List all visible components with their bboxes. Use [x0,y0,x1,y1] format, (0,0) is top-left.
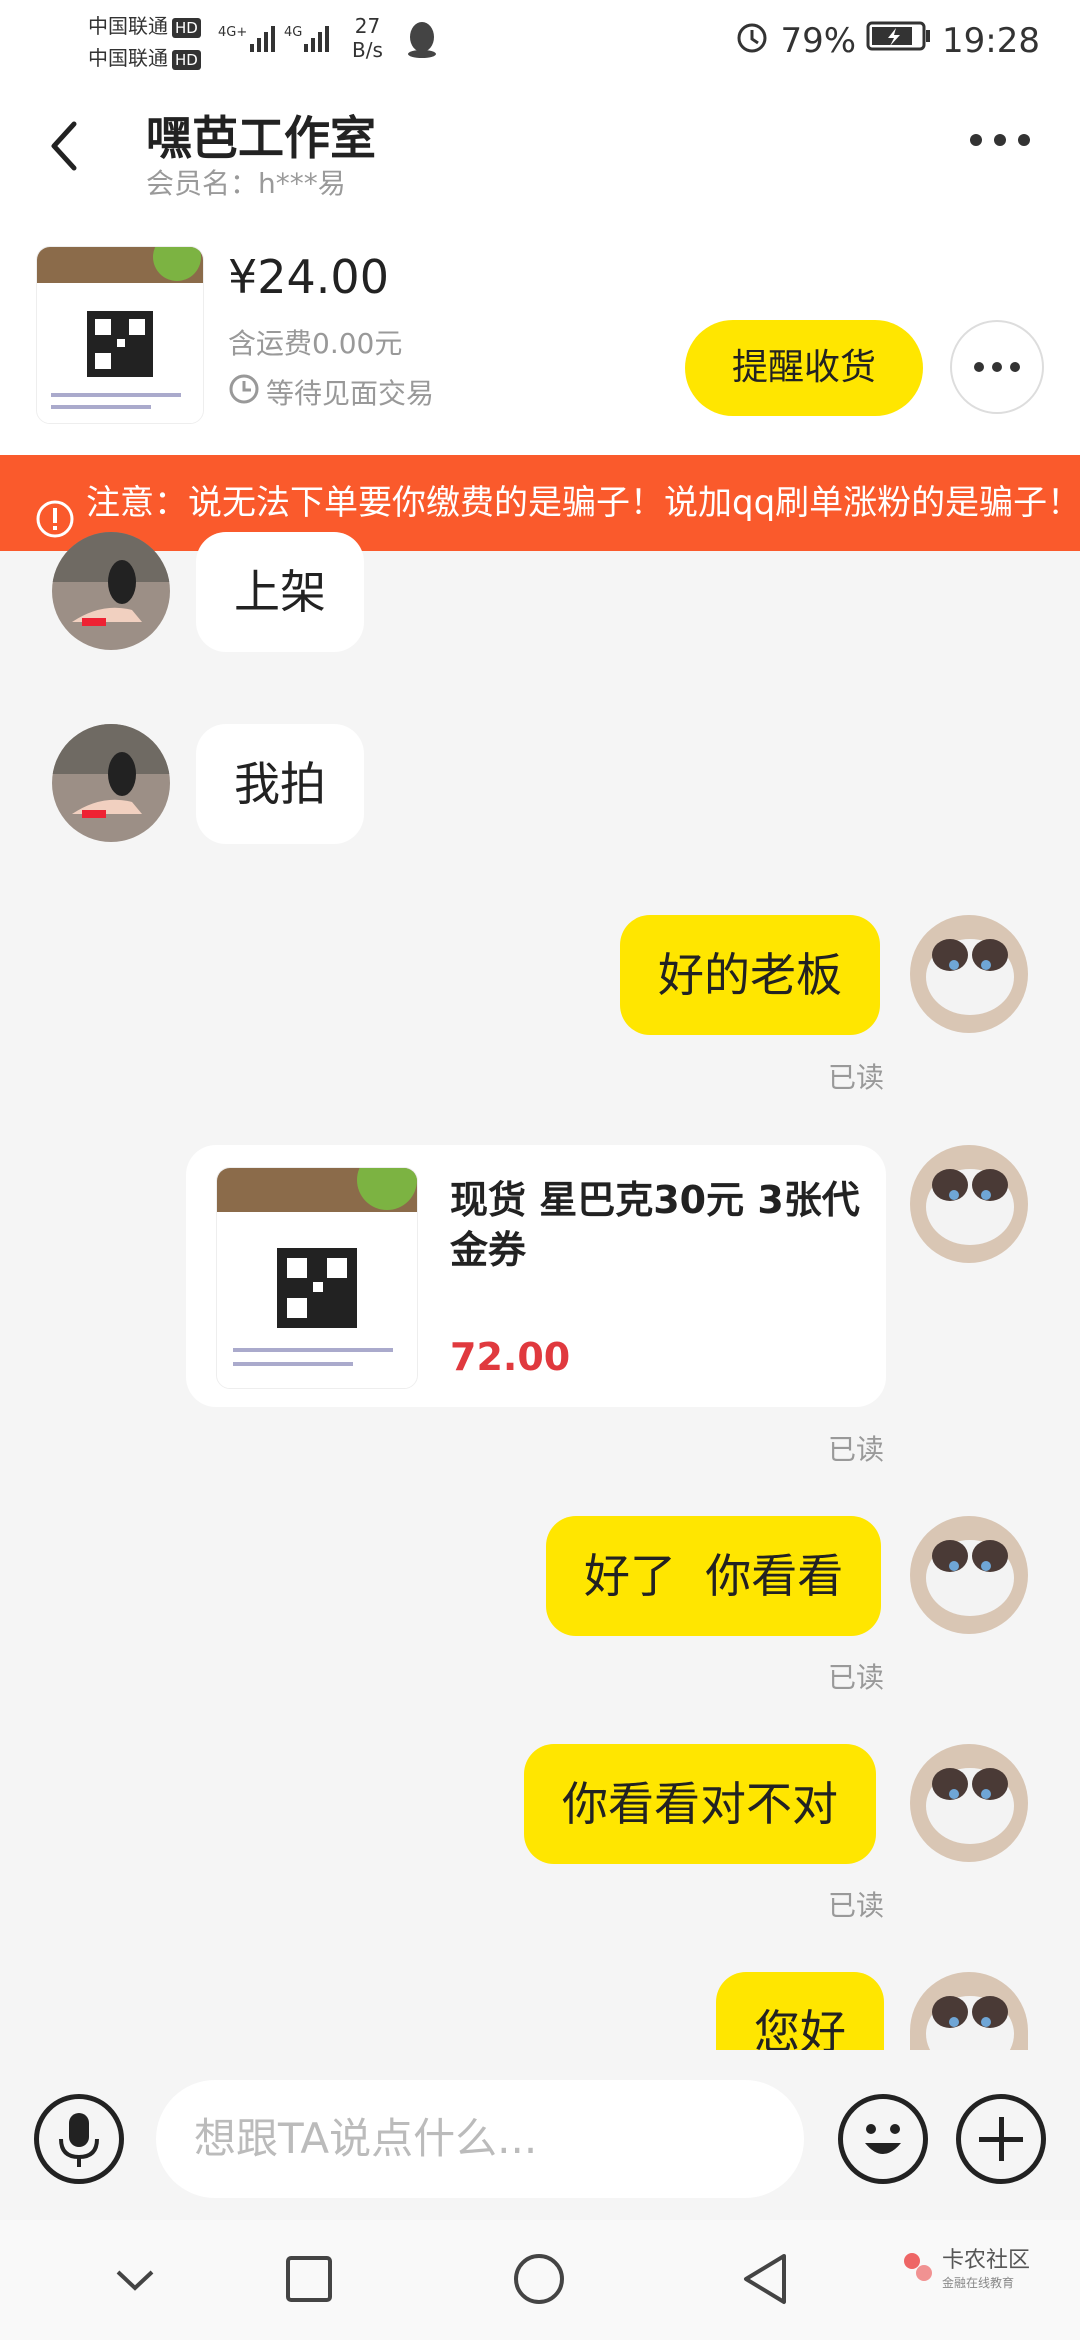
product-title: 现货 星巴克30元 3张代金券 [450,1178,860,1272]
carrier-2: 中国联通 HD [88,42,201,71]
collapse-nav-icon[interactable] [110,2260,160,2304]
avatar[interactable] [52,532,170,650]
clock: 19:28 [942,20,1040,61]
svg-text:4G: 4G [284,25,302,40]
avatar[interactable] [910,915,1028,1033]
order-more-button[interactable] [950,320,1044,414]
message-input[interactable]: 想跟TA说点什么... [156,2080,804,2198]
product-card-image [216,1167,418,1389]
status-right: 79% 19:28 [734,18,1040,63]
page-title: 嘿芭工作室 [146,111,376,165]
microphone-icon[interactable] [34,2094,124,2184]
message-bubble: 上架 [196,532,364,652]
message-bubble: 你看看对不对 [524,1744,876,1864]
avatar[interactable] [910,1972,1028,2050]
avatar[interactable] [910,1744,1028,1862]
warning-icon [34,481,76,551]
status-bar: 中国联通 HD 中国联通 HD 4G+ 4G 27 B/s 79% 19:28 [0,0,1080,80]
message-bubble: 我拍 [196,724,364,844]
alarm-icon [734,18,770,63]
member-name: 会员名：h***易 [146,167,346,200]
order-card[interactable]: ¥24.00 含运费0.00元 等待见面交易 提醒收货 [0,210,1080,455]
clock-icon [228,373,260,412]
read-status: 已读 [828,1433,885,1466]
avatar[interactable] [910,1516,1028,1634]
scam-warning-banner: 注意：说无法下单要你缴费的是骗子！说加qq刷单涨粉的是骗子！ [0,455,1080,551]
shipping-fee: 含运费0.00元 [228,327,403,360]
back-icon[interactable] [44,116,84,180]
more-icon[interactable] [968,130,1032,154]
home-icon[interactable] [512,2252,566,2310]
watermark-text: 卡农社区 [942,2248,1031,2273]
avatar[interactable] [52,724,170,842]
plus-icon[interactable] [956,2094,1046,2184]
watermark-logo-icon [904,2252,932,2281]
svg-text:4G+: 4G+ [218,25,247,40]
read-status: 已读 [828,1889,885,1922]
read-status: 已读 [828,1661,885,1694]
read-status: 已读 [828,1061,885,1094]
product-price: 72.00 [450,1335,571,1379]
product-card-message[interactable]: 现货 星巴克30元 3张代金券 72.00 [186,1145,886,1407]
remind-receipt-button[interactable]: 提醒收货 [685,320,923,416]
network-speed: 27 B/s [352,14,383,62]
order-status: 等待见面交易 [228,372,434,412]
avatar[interactable] [910,1145,1028,1263]
emoji-icon[interactable] [838,2094,928,2184]
order-price: ¥24.00 [228,250,389,304]
watermark: 卡农社区 金融在线教育 [900,2242,1030,2291]
battery-level: 79% [780,20,857,61]
message-bubble: 您好 [716,1972,884,2050]
message-bubble: 好的老板 [620,915,880,1035]
chat-header: 嘿芭工作室 会员名：h***易 [0,80,1080,210]
system-nav-bar: 卡农社区 金融在线教育 [0,2220,1080,2340]
product-thumbnail[interactable] [36,246,204,424]
message-bubble: 好了 你看看 [546,1516,882,1636]
watermark-subtext: 金融在线教育 [942,2276,1015,2290]
qq-icon [405,20,439,64]
recent-apps-icon[interactable] [284,2254,334,2308]
battery-icon [866,20,932,61]
back-nav-icon[interactable] [740,2252,790,2310]
signal-icon: 4G+ 4G [218,20,338,64]
carrier-1: 中国联通 HD [88,10,201,39]
